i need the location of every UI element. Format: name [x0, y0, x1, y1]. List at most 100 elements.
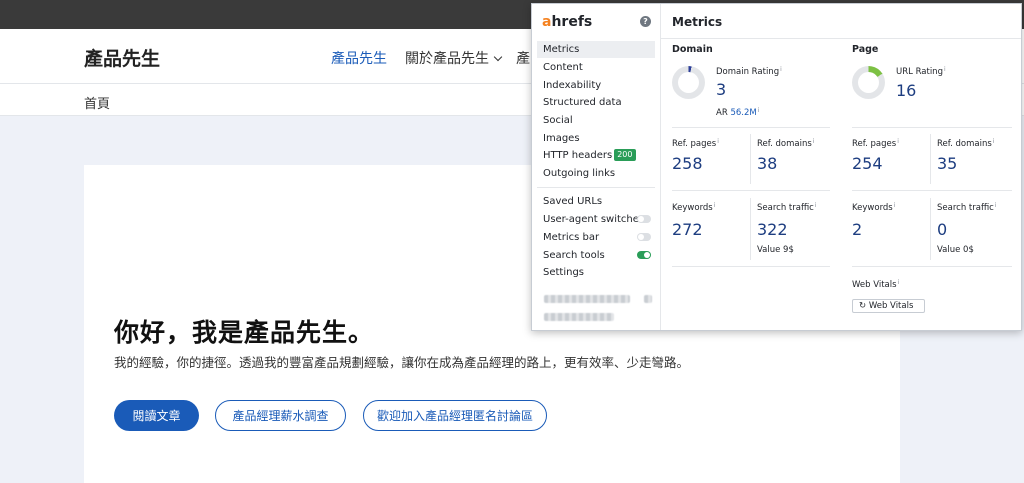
ahrefs-extension-popup: ahrefs ? Metrics Content Indexability St…: [531, 3, 1022, 331]
page-traffic-value: Value 0$: [937, 245, 974, 255]
menu-images[interactable]: Images: [537, 130, 655, 147]
domain-rating-donut: [672, 66, 705, 99]
page-search-traffic-value[interactable]: 0: [937, 220, 947, 239]
domain-search-traffic-label: Search traffici: [757, 202, 817, 213]
chevron-down-icon: [493, 52, 503, 62]
menu-settings[interactable]: Settings: [537, 264, 655, 281]
ar-label: AR: [716, 108, 728, 118]
info-icon[interactable]: i: [758, 107, 760, 114]
info-icon[interactable]: i: [717, 138, 719, 145]
url-rating-donut: [852, 66, 885, 99]
metrics-heading: Metrics: [672, 15, 723, 29]
search-tools-toggle[interactable]: [637, 251, 651, 259]
domain-traffic-value: Value 9$: [757, 245, 794, 255]
nav-home[interactable]: 產品先生: [331, 48, 387, 68]
sidebar-divider: [537, 187, 655, 188]
menu-metrics[interactable]: Metrics: [537, 41, 655, 58]
menu-outgoing-links[interactable]: Outgoing links: [537, 165, 655, 182]
divider: [852, 266, 1012, 267]
info-icon[interactable]: i: [813, 138, 815, 145]
page-keywords-value[interactable]: 2: [852, 220, 862, 239]
page-search-traffic-label: Search traffici: [937, 202, 997, 213]
ahrefs-rank: AR 56.2Mi: [716, 107, 759, 118]
domain-rating-label-text: Domain Rating: [716, 67, 780, 77]
menu-user-agent-switcher[interactable]: User-agent switcher: [537, 211, 655, 228]
user-agent-switcher-label: User-agent switcher: [543, 214, 644, 225]
domain-ref-pages-value[interactable]: 258: [672, 154, 703, 173]
divider: [750, 198, 751, 260]
menu-structured-data[interactable]: Structured data: [537, 94, 655, 111]
ar-value[interactable]: 56.2M: [730, 108, 756, 118]
info-icon[interactable]: i: [815, 202, 817, 209]
domain-search-traffic-value[interactable]: 322: [757, 220, 788, 239]
page-ref-pages-value[interactable]: 254: [852, 154, 883, 173]
menu-social[interactable]: Social: [537, 112, 655, 129]
ahrefs-logo[interactable]: ahrefs: [542, 14, 592, 30]
info-icon[interactable]: i: [897, 138, 899, 145]
hero-title: 你好，我是產品先生。: [114, 318, 375, 347]
http-status-badge: 200: [614, 149, 636, 161]
domain-rating-label: Domain Ratingi: [716, 66, 782, 77]
domain-rating-value[interactable]: 3: [716, 80, 726, 99]
menu-search-tools[interactable]: Search tools: [537, 247, 655, 264]
user-agent-switcher-toggle[interactable]: [637, 215, 651, 223]
join-forum-button[interactable]: 歡迎加入產品經理匿名討論區: [363, 400, 547, 431]
account-icon-redacted: [644, 295, 652, 303]
refresh-icon: ↻: [859, 301, 867, 311]
breadcrumb[interactable]: 首頁: [84, 93, 110, 112]
web-vitals-button[interactable]: ↻ Web Vitals: [852, 299, 925, 313]
info-icon[interactable]: i: [995, 202, 997, 209]
domain-keywords-label: Keywordsi: [672, 202, 715, 213]
metrics-bar-toggle[interactable]: [637, 233, 651, 241]
domain-heading: Domain: [672, 44, 713, 55]
domain-keywords-value[interactable]: 272: [672, 220, 703, 239]
divider: [672, 266, 830, 267]
menu-saved-urls[interactable]: Saved URLs: [537, 193, 655, 210]
url-rating-label: URL Ratingi: [896, 66, 946, 77]
read-articles-button[interactable]: 閱讀文章: [114, 400, 199, 431]
divider: [750, 134, 751, 184]
keywords-label-text: Keywords: [672, 203, 713, 213]
divider: [930, 198, 931, 260]
menu-content[interactable]: Content: [537, 59, 655, 76]
search-traffic-label-text: Search traffic: [937, 203, 994, 213]
info-icon[interactable]: i: [944, 66, 946, 73]
url-rating-value[interactable]: 16: [896, 81, 916, 100]
info-icon[interactable]: i: [714, 202, 716, 209]
divider: [852, 190, 1012, 191]
web-vitals-button-label: Web Vitals: [868, 301, 914, 311]
hero-description: 我的經驗，你的捷徑。透過我的豐富產品規劃經驗，讓你在成為產品經理的路上，更有效率…: [114, 355, 690, 370]
info-icon[interactable]: i: [993, 138, 995, 145]
metrics-bar-label: Metrics bar: [543, 232, 600, 243]
nav-products[interactable]: 產: [516, 48, 530, 68]
menu-indexability[interactable]: Indexability: [537, 77, 655, 94]
nav-about[interactable]: 關於產品先生: [405, 48, 503, 68]
site-title[interactable]: 產品先生: [84, 44, 160, 71]
domain-ref-domains-label: Ref. domainsi: [757, 138, 814, 149]
web-vitals-label: Web Vitalsi: [852, 279, 899, 290]
ref-domains-label-text: Ref. domains: [757, 139, 812, 149]
search-traffic-label-text: Search traffic: [757, 203, 814, 213]
info-icon[interactable]: i: [898, 279, 900, 286]
nav-about-label: 關於產品先生: [405, 51, 489, 67]
info-icon[interactable]: i: [894, 202, 896, 209]
logo-rest: hrefs: [551, 14, 593, 30]
menu-metrics-bar[interactable]: Metrics bar: [537, 229, 655, 246]
domain-ref-domains-value[interactable]: 38: [757, 154, 777, 173]
keywords-label-text: Keywords: [852, 203, 893, 213]
salary-survey-button[interactable]: 產品經理薪水調查: [215, 400, 346, 431]
ref-pages-label-text: Ref. pages: [852, 139, 897, 149]
info-icon[interactable]: i: [780, 66, 782, 73]
ref-domains-label-text: Ref. domains: [937, 139, 992, 149]
search-tools-label: Search tools: [543, 250, 605, 261]
help-icon[interactable]: ?: [640, 16, 651, 27]
account-email-redacted: [544, 295, 630, 303]
page-ref-domains-label: Ref. domainsi: [937, 138, 994, 149]
domain-ref-pages-label: Ref. pagesi: [672, 138, 719, 149]
account-plan-redacted: [544, 313, 614, 321]
menu-http-headers[interactable]: HTTP headers 200: [537, 147, 655, 164]
web-vitals-label-text: Web Vitals: [852, 280, 897, 290]
menu-http-headers-label: HTTP headers: [543, 150, 613, 161]
page-ref-domains-value[interactable]: 35: [937, 154, 957, 173]
page-ref-pages-label: Ref. pagesi: [852, 138, 899, 149]
